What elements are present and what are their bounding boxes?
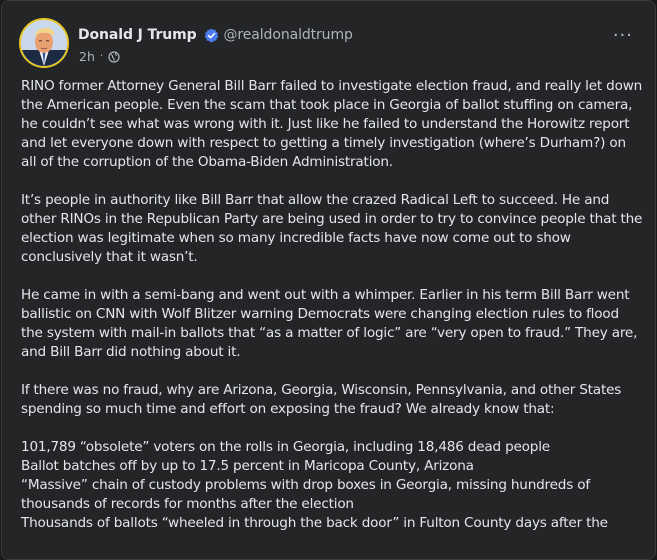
more-options-icon[interactable]: ··· bbox=[613, 27, 633, 45]
meta-separator: · bbox=[99, 51, 104, 62]
paragraph-2: It’s people in authority like Bill Barr … bbox=[21, 192, 643, 265]
post-time[interactable]: 2h bbox=[79, 49, 95, 64]
list-item: Ballot batches off by up to 17.5 percent… bbox=[21, 458, 474, 474]
list-item: Thousands of ballots “wheeled in through… bbox=[21, 515, 608, 531]
list-item: “Massive” chain of custody problems with… bbox=[21, 477, 590, 512]
post-card: Donald J Trump @realdonaldtrump 2h · ···… bbox=[1, 0, 656, 560]
avatar[interactable] bbox=[19, 18, 69, 68]
post-text: RINO former Attorney General Bill Barr f… bbox=[21, 77, 643, 533]
globe-icon bbox=[108, 50, 120, 63]
list-item: 101,789 “obsolete” voters on the rolls i… bbox=[21, 439, 550, 455]
fraud-list: 101,789 “obsolete” voters on the rolls i… bbox=[21, 438, 643, 533]
paragraph-4: If there was no fraud, why are Arizona, … bbox=[21, 382, 622, 417]
author-name[interactable]: Donald J Trump bbox=[78, 27, 197, 43]
author-handle[interactable]: @realdonaldtrump bbox=[224, 27, 353, 43]
author-row: Donald J Trump @realdonaldtrump bbox=[78, 27, 353, 43]
paragraph-3: He came in with a semi-bang and went out… bbox=[21, 287, 638, 360]
paragraph-1: RINO former Attorney General Bill Barr f… bbox=[21, 78, 643, 170]
profile-photo bbox=[21, 20, 67, 66]
verified-badge-icon bbox=[204, 27, 219, 43]
post-meta: 2h · bbox=[79, 49, 120, 64]
